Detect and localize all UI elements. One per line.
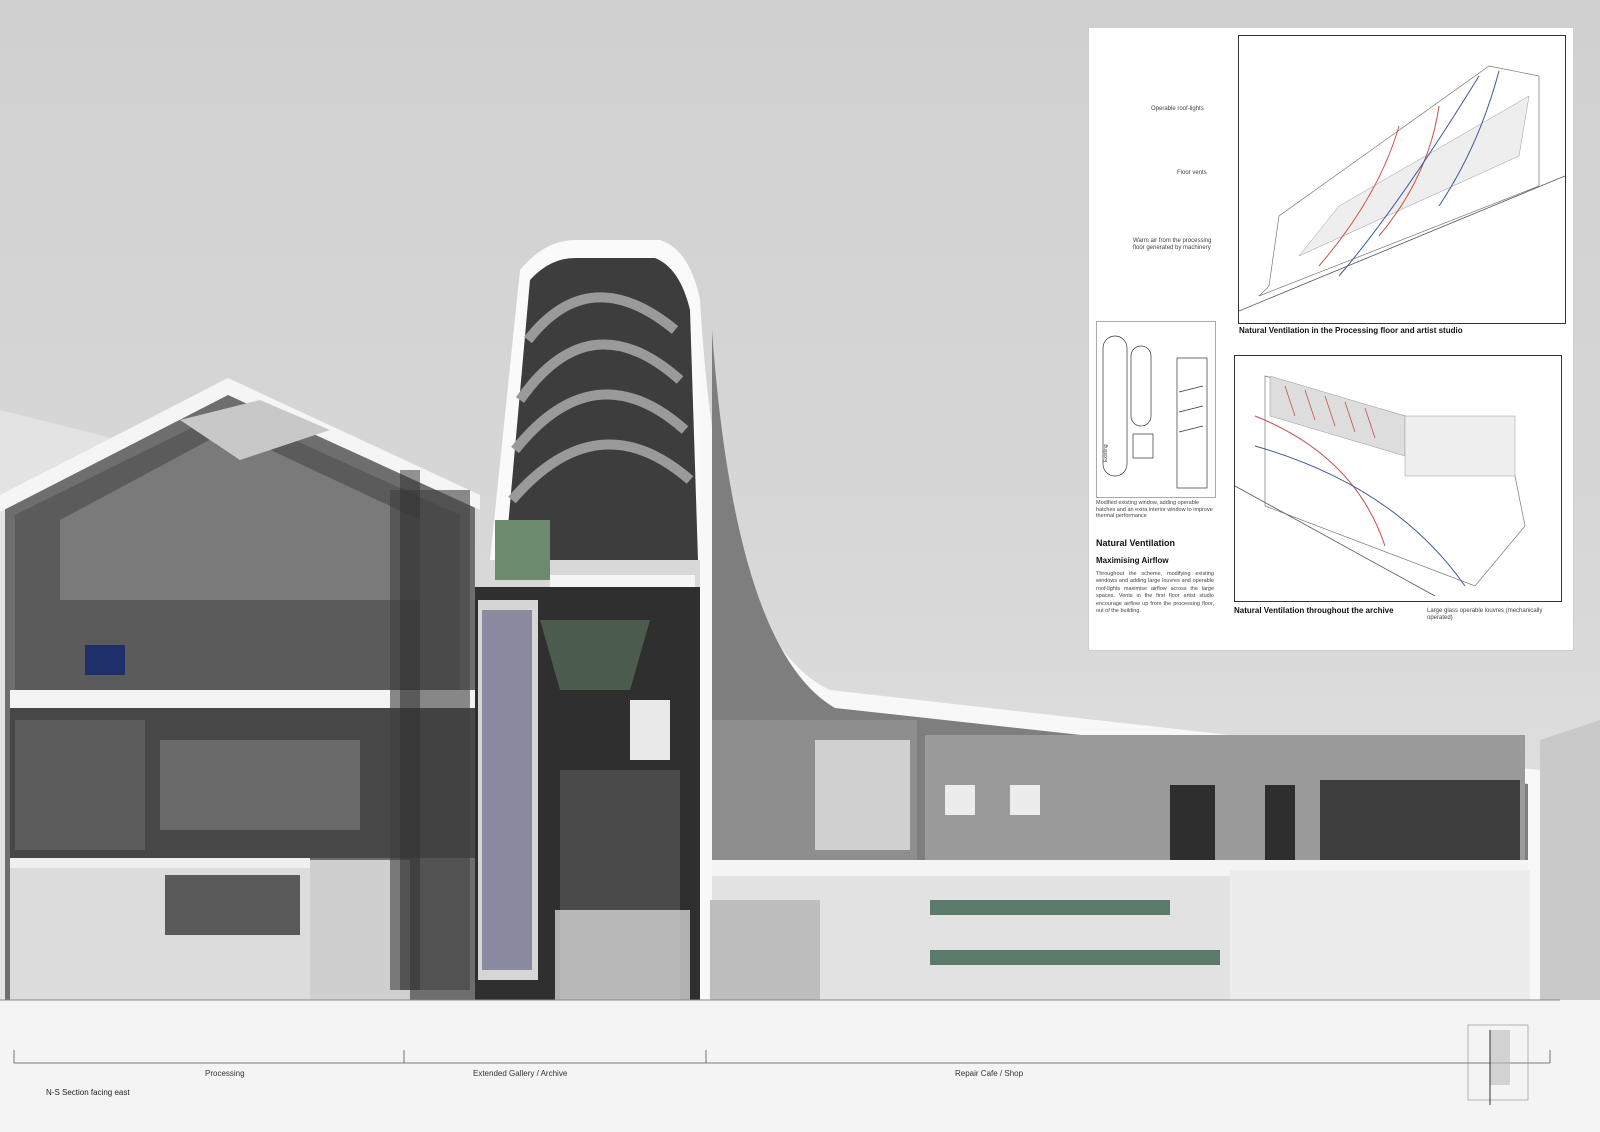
annotation-glass-louvres: Large glass operable louvres (mechanical… [1427,608,1543,622]
window-detail-drawing: Existing [1096,321,1216,498]
archive-ventilation-drawing [1234,375,1526,597]
bottom-diagram-caption: Natural Ventilation throughout the archi… [1234,606,1394,615]
processing-block [0,378,480,1000]
annotation-roof-lights: Operable roof-lights [1151,106,1204,112]
processing-ventilation-drawing [1238,65,1566,312]
window-detail-svg [1102,335,1208,489]
key-plan-thumbnail [1467,1024,1529,1105]
ventilation-info-panel: Operable roof-lights Floor vents Warm ai… [1088,27,1574,651]
zone-label-gallery-archive: Extended Gallery / Archive [473,1069,568,1078]
archive-shelving [482,610,532,970]
annotation-warm-air: Warm air from the processing floor gener… [1133,238,1212,252]
window-detail-caption: Modified existing window, adding operabl… [1096,500,1213,520]
ventilation-heading: Natural Ventilation [1096,538,1176,548]
annotation-floor-vents: Floor vents [1177,170,1207,176]
zone-label-repair-cafe: Repair Cafe / Shop [955,1069,1024,1078]
processing-ventilation-diagram [1238,35,1566,324]
ventilation-body-text: Throughout the scheme, modifying existin… [1096,571,1214,615]
ventilation-subheading: Maximising Airflow [1096,556,1169,565]
background-building-right [1540,720,1600,1000]
window-existing-label: Existing [1103,444,1109,462]
zone-label-processing: Processing [205,1069,245,1078]
archive-tower [475,240,710,1000]
zone-brackets [13,1050,1551,1064]
top-diagram-caption: Natural Ventilation in the Processing fl… [1239,326,1463,335]
section-title: N-S Section facing east [46,1088,130,1097]
archive-ventilation-diagram [1234,355,1562,602]
